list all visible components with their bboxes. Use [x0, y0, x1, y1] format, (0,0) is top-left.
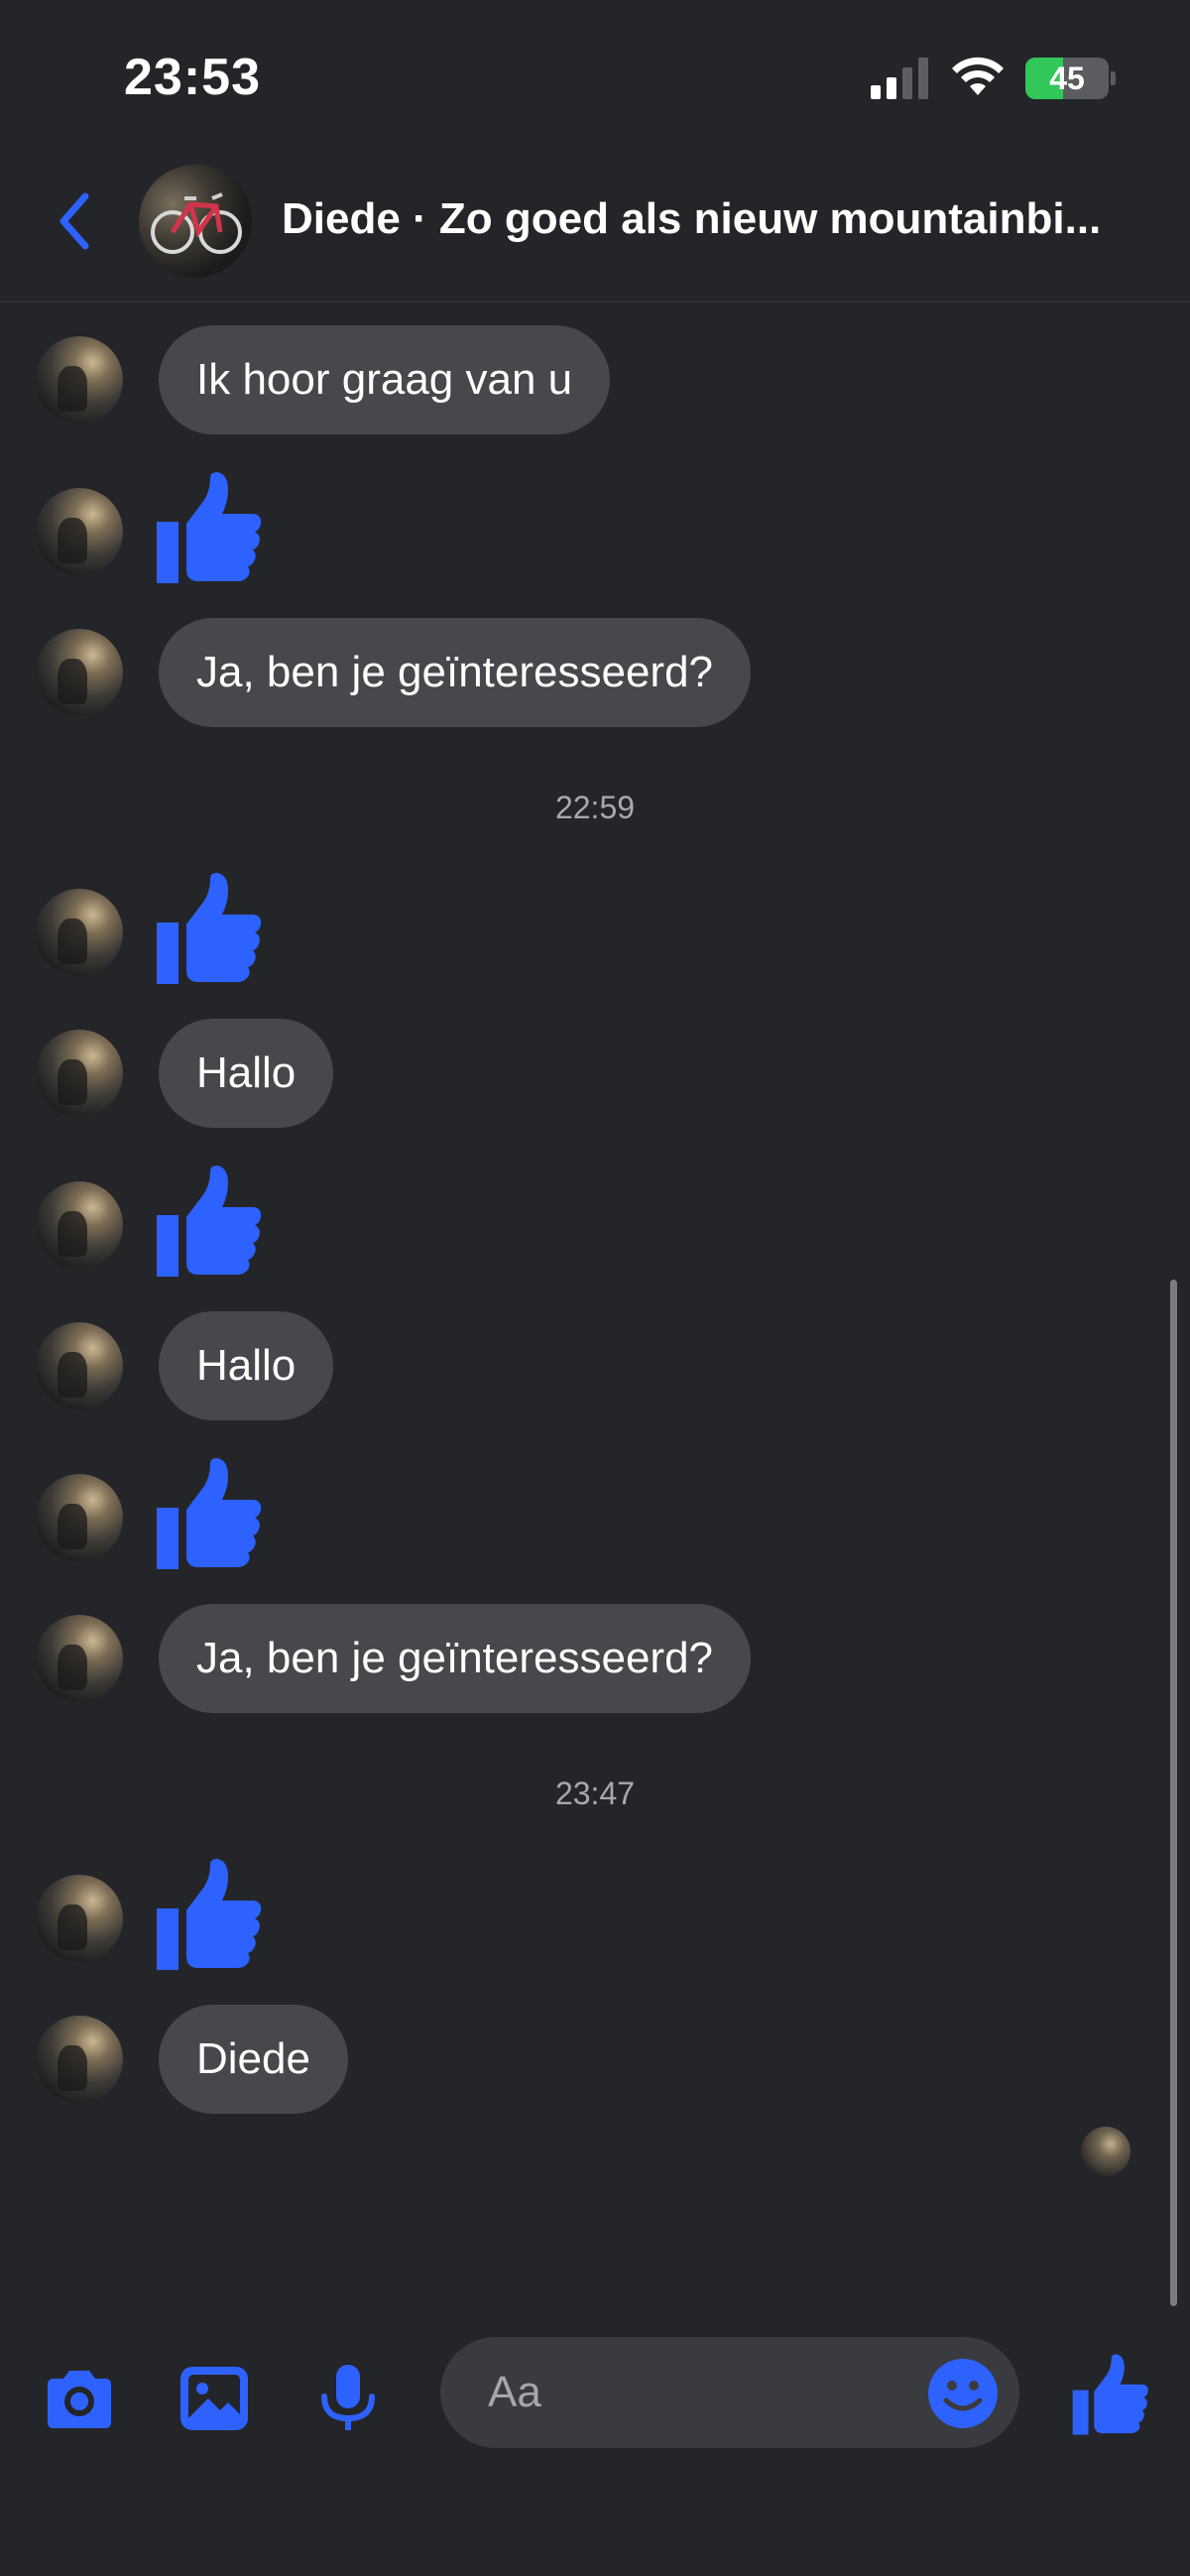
- message-bubble[interactable]: Hallo: [159, 1019, 334, 1128]
- message-timestamp: 22:59: [554, 790, 636, 825]
- sender-avatar[interactable]: [36, 1322, 123, 1410]
- emoji-icon[interactable]: [926, 2357, 1000, 2430]
- chat-header: Diede · Zo goed als nieuw mountainbi...: [0, 149, 1190, 303]
- sender-avatar[interactable]: [36, 1615, 123, 1702]
- sender-avatar[interactable]: [36, 629, 123, 716]
- back-chevron-icon[interactable]: [50, 186, 99, 256]
- thumbs-up-icon[interactable]: [155, 1456, 264, 1571]
- message-timestamp: 23:47: [554, 1776, 636, 1811]
- sender-avatar[interactable]: [36, 1875, 123, 1962]
- seen-indicator-avatar: [1081, 2127, 1130, 2176]
- scrollbar[interactable]: [1170, 1280, 1177, 2306]
- thumbs-up-icon[interactable]: [155, 470, 264, 585]
- sender-avatar[interactable]: [36, 336, 123, 424]
- message-bubble[interactable]: Diede: [159, 2005, 348, 2114]
- messenger-chat-screen: 23:53 45 Diede · Zo goed als nieuw mount…: [0, 0, 1190, 2576]
- thumbs-up-icon[interactable]: [155, 871, 264, 986]
- message-bubble[interactable]: Hallo: [159, 1311, 334, 1420]
- listing-avatar[interactable]: [139, 165, 252, 278]
- sender-avatar[interactable]: [36, 2016, 123, 2103]
- battery-indicator: 45: [1025, 58, 1116, 101]
- message-composer: [0, 2321, 1190, 2576]
- sender-avatar[interactable]: [36, 488, 123, 575]
- status-time: 23:53: [124, 49, 261, 106]
- message-bubble[interactable]: Ik hoor graag van u: [159, 325, 611, 434]
- thumbs-up-icon[interactable]: [155, 1164, 264, 1279]
- sender-avatar[interactable]: [36, 1474, 123, 1561]
- sender-avatar[interactable]: [36, 889, 123, 976]
- battery-level: 45: [1049, 61, 1085, 96]
- wifi-icon: [952, 57, 1004, 95]
- microphone-icon[interactable]: [308, 2359, 388, 2438]
- message-bubble[interactable]: Ja, ben je geïnteresseerd?: [159, 618, 752, 727]
- camera-icon[interactable]: [40, 2359, 119, 2438]
- sender-avatar[interactable]: [36, 1030, 123, 1117]
- cellular-signal-icon: [871, 58, 928, 99]
- image-icon[interactable]: [175, 2359, 254, 2438]
- send-like-thumbs-up-icon[interactable]: [1071, 2353, 1150, 2436]
- status-bar: 23:53 45: [0, 0, 1190, 149]
- chat-title[interactable]: Diede · Zo goed als nieuw mountainbi...: [282, 194, 1174, 254]
- message-bubble[interactable]: Ja, ben je geïnteresseerd?: [159, 1604, 752, 1713]
- sender-avatar[interactable]: [36, 1181, 123, 1269]
- thumbs-up-icon[interactable]: [155, 1857, 264, 1972]
